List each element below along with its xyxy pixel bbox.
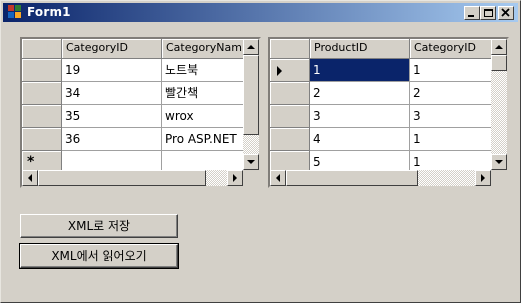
cell-categoryname[interactable]: wrox [162,105,245,128]
cell-categoryname[interactable]: Pro ASP.NET [162,128,245,151]
minimize-icon [468,15,474,17]
row-header[interactable] [22,82,62,105]
save-xml-button[interactable]: XML로 저장 [20,214,178,238]
cell-categoryid[interactable]: 36 [62,128,162,151]
scroll-right-button[interactable] [475,170,491,186]
row-pointer-icon [277,66,282,76]
title-bar[interactable]: Form1 [3,3,518,22]
scroll-down-button[interactable] [491,154,507,170]
cell-productid[interactable]: 4 [310,128,410,151]
row-header[interactable] [22,59,62,82]
row-header[interactable] [270,128,310,151]
product-grid[interactable]: ProductID CategoryID 1 1 2 2 3 3 4 1 5 1 [268,37,509,188]
scroll-corner [491,170,507,186]
form-window: Form1 CategoryID CategoryNam 19 노트북 34 빨… [0,0,521,303]
cell-categoryid[interactable]: 2 [410,82,493,105]
new-row-icon: * [27,154,35,170]
grid-corner-header [22,39,62,59]
horizontal-scrollbar[interactable] [22,170,243,186]
category-grid[interactable]: CategoryID CategoryNam 19 노트북 34 빨간책 35 … [20,37,261,188]
cell-categoryname[interactable]: 노트북 [162,59,245,82]
grid-corner-header [270,39,310,59]
arrow-down-icon [495,160,503,164]
scroll-up-button[interactable] [243,39,259,55]
cell-productid[interactable]: 3 [310,105,410,128]
minimize-button[interactable] [464,6,480,20]
row-header[interactable] [270,82,310,105]
load-xml-button[interactable]: XML에서 읽어오기 [19,243,179,269]
vertical-scrollbar[interactable] [243,39,259,170]
close-button[interactable] [498,6,514,20]
column-header-categoryid[interactable]: CategoryID [410,39,493,59]
cell-categoryid[interactable]: 19 [62,59,162,82]
maximize-button[interactable] [480,6,496,20]
arrow-left-icon [276,174,280,182]
scroll-up-button[interactable] [491,39,507,55]
current-row-header[interactable] [270,59,310,82]
scroll-left-button[interactable] [270,170,286,186]
column-header-categoryname[interactable]: CategoryNam [162,39,245,59]
scroll-left-button[interactable] [22,170,38,186]
horizontal-scrollbar[interactable] [270,170,491,186]
arrow-left-icon [28,174,32,182]
cell-categoryid[interactable]: 35 [62,105,162,128]
scroll-thumb[interactable] [286,170,418,186]
arrow-down-icon [247,160,255,164]
column-header-categoryid[interactable]: CategoryID [62,39,162,59]
arrow-up-icon [495,45,503,49]
cell-productid-selected[interactable]: 1 [310,59,410,82]
scroll-corner [243,170,259,186]
scroll-thumb[interactable] [243,55,259,135]
vertical-scrollbar[interactable] [491,39,507,170]
window-title: Form1 [27,5,71,19]
scroll-thumb[interactable] [491,55,507,71]
arrow-right-icon [233,174,237,182]
row-header[interactable] [270,105,310,128]
cell-categoryid[interactable]: 1 [410,59,493,82]
cell-categoryname[interactable]: 빨간책 [162,82,245,105]
row-header[interactable] [22,128,62,151]
column-header-productid[interactable]: ProductID [310,39,410,59]
scroll-down-button[interactable] [243,154,259,170]
scroll-right-button[interactable] [227,170,243,186]
app-icon [8,5,22,19]
scroll-thumb[interactable] [38,170,206,186]
row-header[interactable] [22,105,62,128]
arrow-up-icon [247,45,255,49]
maximize-icon [484,9,493,17]
arrow-right-icon [481,174,485,182]
close-icon [501,8,510,17]
cell-productid[interactable]: 2 [310,82,410,105]
cell-categoryid[interactable]: 1 [410,128,493,151]
cell-categoryid[interactable]: 34 [62,82,162,105]
cell-categoryid[interactable]: 3 [410,105,493,128]
